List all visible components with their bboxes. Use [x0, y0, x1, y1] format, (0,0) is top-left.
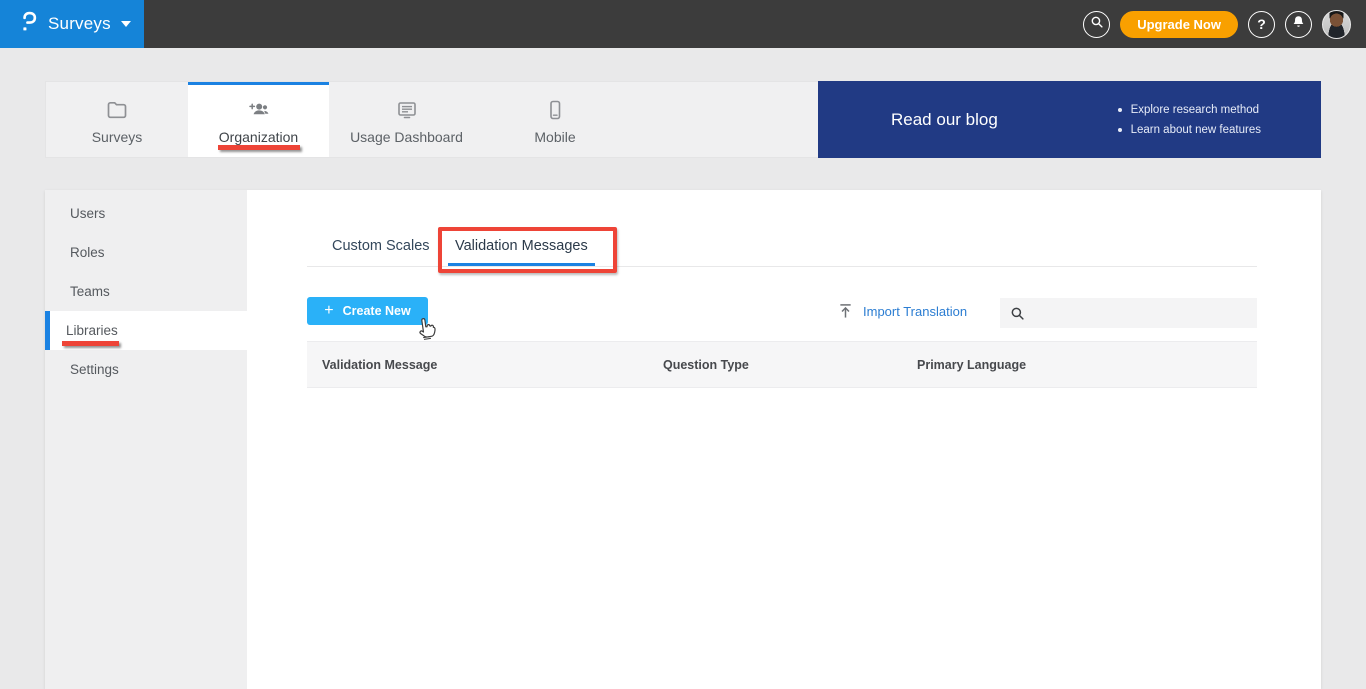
product-label: Surveys [48, 14, 111, 33]
upgrade-now-button[interactable]: Upgrade Now [1120, 10, 1238, 38]
table-header-row: Validation Message Question Type Primary… [307, 341, 1257, 388]
topbar-actions: Upgrade Now ? [1083, 0, 1351, 48]
promo-bullet-item: Explore research method [1117, 103, 1261, 116]
promo-bullet-text: Learn about new features [1130, 123, 1261, 136]
sidebar-item-roles[interactable]: Roles [45, 233, 247, 272]
plus-icon: + [324, 301, 334, 319]
bell-icon [1292, 15, 1305, 34]
create-new-button[interactable]: + Create New [307, 297, 428, 325]
folder-icon [105, 98, 129, 122]
bullet-dot-icon [1117, 127, 1122, 132]
chevron-down-icon [120, 21, 131, 27]
promo-bullet-text: Explore research method [1130, 103, 1260, 116]
column-header-primary-language: Primary Language [917, 358, 1027, 372]
promo-bullet-item: Learn about new features [1117, 123, 1261, 136]
nav-tab-label: Surveys [91, 128, 143, 145]
top-bar: Surveys Upgrade Now ? [0, 0, 1366, 48]
promo-title: Read our blog [891, 109, 998, 129]
sidebar-item-teams[interactable]: Teams [45, 272, 247, 311]
questionpro-logo-icon [21, 10, 38, 38]
column-header-validation-message: Validation Message [322, 358, 438, 372]
promo-bullet-list: Explore research method Learn about new … [1117, 103, 1261, 136]
search-icon [1010, 306, 1025, 321]
tab-custom-scales[interactable]: Custom Scales [332, 228, 430, 266]
nav-tab-mobile[interactable]: Mobile [484, 82, 626, 157]
hand-pointer-cursor [411, 314, 440, 343]
bullet-dot-icon [1117, 107, 1122, 112]
annotation-box-validation-messages [438, 227, 617, 273]
global-search-button[interactable] [1083, 10, 1111, 38]
nav-tab-label: Organization [218, 128, 299, 145]
annotation-underline-organization [218, 145, 300, 150]
nav-tab-surveys[interactable]: Surveys [46, 82, 188, 157]
nav-tab-label: Usage Dashboard [350, 128, 463, 145]
table-search-field[interactable] [1000, 298, 1257, 328]
add-users-icon [247, 98, 271, 122]
annotation-underline-libraries [62, 341, 119, 346]
settings-sidebar: Users Roles Teams Libraries Settings [45, 190, 247, 689]
sidebar-item-label: Roles [70, 245, 105, 260]
upload-arrow-icon [838, 303, 853, 319]
notifications-button[interactable] [1285, 10, 1312, 38]
nav-tab-usage-dashboard[interactable]: Usage Dashboard [329, 82, 484, 157]
sidebar-item-label: Libraries [66, 323, 118, 338]
sidebar-item-settings[interactable]: Settings [45, 350, 247, 389]
help-button[interactable]: ? [1248, 10, 1275, 38]
sidebar-item-label: Users [70, 206, 106, 221]
main-card: Users Roles Teams Libraries Settings Cus… [45, 190, 1321, 689]
question-mark-icon: ? [1257, 16, 1266, 32]
user-avatar[interactable] [1322, 9, 1351, 39]
create-new-label: Create New [342, 304, 411, 318]
libraries-panel: Custom Scales Validation Messages + Crea… [247, 190, 1321, 689]
product-switcher[interactable]: Surveys [0, 0, 144, 48]
import-translation-label: Import Translation [863, 303, 968, 319]
import-translation-link[interactable]: Import Translation [838, 297, 967, 325]
search-icon [1090, 15, 1104, 34]
smartphone-icon [543, 98, 567, 122]
nav-tab-label: Mobile [534, 128, 576, 145]
dashboard-screen-icon [395, 98, 419, 122]
search-input[interactable] [1032, 298, 1257, 328]
sidebar-item-label: Settings [70, 362, 119, 377]
column-header-question-type: Question Type [663, 358, 749, 372]
page: Surveys Upgrade Now ? Surveys Organizati… [0, 0, 1366, 689]
sidebar-item-users[interactable]: Users [45, 194, 247, 233]
blog-promo-banner[interactable]: Read our blog Explore research method Le… [818, 81, 1321, 158]
sidebar-item-label: Teams [70, 284, 110, 299]
